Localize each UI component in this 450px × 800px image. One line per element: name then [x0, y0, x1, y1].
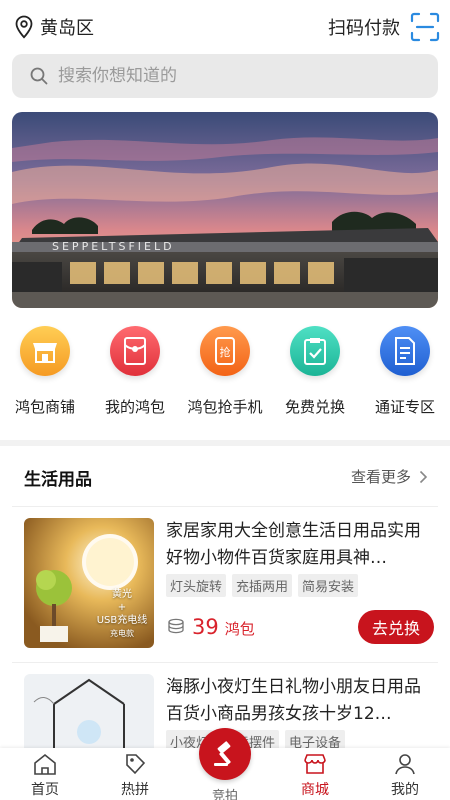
tab-hot-group[interactable]: 热拼 — [90, 748, 180, 800]
banner-photo: SEPPELTSFIELD — [12, 112, 438, 308]
tab-home[interactable]: 首页 — [0, 748, 90, 800]
store-icon — [304, 754, 326, 774]
price-value: 39 — [192, 615, 219, 639]
shortcut-label: 鸿包商铺 — [14, 398, 75, 416]
thumb-text-line: USB充电线 — [96, 615, 148, 626]
product-thumbnail[interactable]: 黄光 + USB充电线 充电款 — [24, 518, 154, 648]
shortcut-label: 通证专区 — [374, 398, 435, 416]
thumb-text-line: + — [117, 602, 127, 613]
thumb-text-line: 充电款 — [110, 629, 134, 638]
search-icon — [30, 67, 48, 85]
product-separator — [12, 662, 438, 663]
product-tags: 灯头旋转 充插两用 简易安装 — [166, 574, 359, 597]
tab-label: 首页 — [31, 782, 59, 798]
product-price: 39 鸿包 — [166, 615, 255, 639]
shortcut-label: 鸿包抢手机 — [187, 398, 263, 416]
document-icon — [380, 326, 430, 376]
location-label: 黄岛区 — [40, 18, 94, 39]
search-bar[interactable] — [12, 54, 438, 98]
gavel-icon — [214, 741, 231, 766]
svg-text:抢: 抢 — [220, 345, 231, 359]
search-input[interactable] — [58, 66, 398, 86]
scan-icon — [410, 12, 440, 42]
redeem-button[interactable]: 去兑换 — [358, 610, 434, 644]
tab-mall[interactable]: 商城 — [270, 748, 360, 800]
shortcut-my-packet[interactable]: 我的鸿包 — [90, 326, 180, 426]
thumb-caption: 黄光 + USB充电线 充电款 — [94, 588, 150, 640]
view-more-label: 查看更多 — [350, 468, 411, 486]
tag-icon — [126, 754, 146, 775]
shortcut-phone-grab[interactable]: 抢 鸿包抢手机 — [180, 326, 270, 426]
price-unit: 鸿包 — [224, 620, 255, 638]
shortcut-menu: 鸿包商铺 我的鸿包 抢 鸿包抢手机 免费兑换 通证专区 — [0, 326, 450, 426]
section-divider — [0, 440, 450, 446]
product-card[interactable]: 黄光 + USB充电线 充电款 家居家用大全创意生活日用品实用好物小物件百货家庭… — [24, 518, 434, 658]
product-tag: 简易安装 — [298, 574, 359, 597]
view-more-link[interactable]: 查看更多 — [351, 466, 428, 487]
section-title: 生活用品 — [24, 470, 92, 490]
tab-label: 竞拍 — [211, 789, 238, 800]
shortcut-label: 免费兑换 — [284, 398, 345, 416]
tab-label: 我的 — [391, 782, 419, 798]
home-icon — [34, 753, 56, 775]
product-title[interactable]: 家居家用大全创意生活日用品实用好物小物件百货家庭用具神… — [166, 518, 428, 572]
location-selector[interactable]: 黄岛区 — [14, 14, 94, 40]
coins-icon — [168, 618, 184, 634]
product-tag: 灯头旋转 — [166, 574, 227, 597]
banner-image[interactable]: SEPPELTSFIELD — [12, 112, 438, 308]
chevron-right-icon — [419, 470, 428, 483]
scan-pay-button[interactable]: 扫码付款 — [328, 12, 440, 42]
section-header: 生活用品 查看更多 — [0, 452, 450, 500]
auction-fab-button[interactable] — [199, 728, 251, 780]
scan-pay-label: 扫码付款 — [328, 18, 400, 39]
svg-text:SEPPELTSFIELD: SEPPELTSFIELD — [52, 240, 175, 253]
clipboard-check-icon — [290, 326, 340, 376]
location-pin-icon — [15, 15, 33, 39]
app-screen: 黄岛区 扫码付款 搜索你想知道的 SEPPELTSFIELD 鸿包商铺 我的鸿包… — [0, 0, 450, 800]
product-title[interactable]: 海豚小夜灯生日礼物小朋友日用品百货小商品男孩女孩十岁12… — [166, 674, 428, 728]
product-tag: 充插两用 — [232, 574, 293, 597]
shortcut-label: 我的鸿包 — [104, 398, 165, 416]
shortcut-token-zone[interactable]: 通证专区 — [360, 326, 450, 426]
tab-label: 热拼 — [121, 782, 149, 798]
shortcut-shop[interactable]: 鸿包商铺 — [0, 326, 90, 426]
section-separator — [12, 506, 438, 507]
phone-grab-icon: 抢 — [200, 326, 250, 376]
shop-icon — [20, 326, 70, 376]
shortcut-free-exchange[interactable]: 免费兑换 — [270, 326, 360, 426]
user-icon — [395, 754, 415, 775]
thumb-text-line: 黄光 — [112, 589, 132, 600]
red-packet-icon — [110, 326, 160, 376]
tab-mine[interactable]: 我的 — [360, 748, 450, 800]
tab-label: 商城 — [301, 782, 329, 798]
header: 黄岛区 扫码付款 — [0, 0, 450, 54]
